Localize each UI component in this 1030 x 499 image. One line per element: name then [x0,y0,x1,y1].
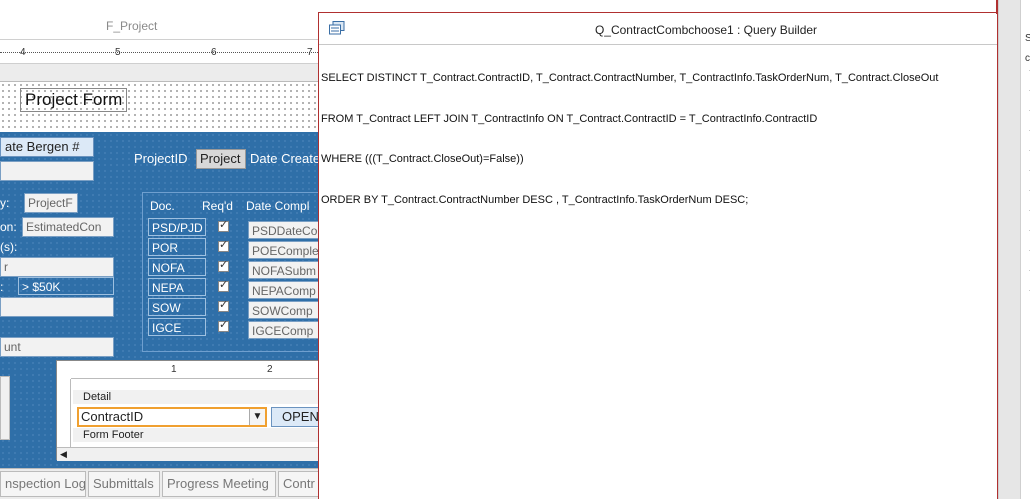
subform-ruler: 1 2 [71,361,320,379]
subform-horizontal-scrollbar[interactable]: ◀ [57,447,320,461]
ruler-mark: 7 [307,47,313,58]
query-builder-title-bar[interactable]: Q_ContractCombchoose1 : Query Builder [319,13,997,45]
doc-name-nofa[interactable]: NOFA [148,258,206,276]
estimated-cost-field[interactable]: EstimatedCon [22,217,114,237]
por-date-field[interactable]: POEComple [248,241,320,259]
project-type-field[interactable]: ProjectF [24,193,78,213]
psd-required-checkbox[interactable] [218,218,229,232]
nofa-date-field[interactable]: NOFASubm [248,261,320,279]
doc-header: Doc. [150,199,175,213]
ruler-mark: 4 [20,47,26,58]
form-header-band[interactable] [0,64,320,82]
nepa-date-field[interactable]: NEPAComp [248,281,320,299]
igce-required-checkbox[interactable] [218,318,229,332]
doc-name-sow[interactable]: SOW [148,298,206,316]
sow-date-field[interactable]: SOWComp [248,301,320,319]
igce-date-field[interactable]: IGCEComp [248,321,320,339]
query-builder-title: Q_ContractCombchoose1 : Query Builder [594,23,818,37]
doc-name-psd[interactable]: PSD/PJD [148,218,206,236]
designer-title: F_Project [106,19,158,33]
sql-line[interactable]: ORDER BY T_Contract.ContractNumber DESC … [321,194,995,208]
form-title-label[interactable]: Project Form [20,88,128,112]
open-button[interactable]: OPEN [271,407,320,427]
ruler-mark: 6 [211,47,217,58]
ruler-ticks [0,52,320,53]
right-side-panel: S c [1020,0,1030,499]
contract-id-combobox[interactable]: ContractID ▼ [77,407,267,427]
por-required-checkbox[interactable] [218,238,229,252]
left-label-1[interactable]: y: [0,194,9,212]
psd-date-field[interactable]: PSDDateCo [248,221,320,239]
date-completed-header: Date Compl [246,199,310,213]
ruler-mark: 5 [115,47,121,58]
sql-line[interactable]: WHERE (((T_Contract.CloseOut)=False)) [321,153,995,167]
subform-ruler-mark: 1 [171,364,177,375]
detail-band-label: Detail [83,391,112,403]
reqd-header: Req'd [202,199,233,213]
right-panel-letter: S [1025,33,1030,44]
doc-name-por[interactable]: POR [148,238,206,256]
doc-name-igce[interactable]: IGCE [148,318,206,336]
project-id-label[interactable]: ProjectID [134,150,187,168]
form-footer-band[interactable]: Form Footer [73,428,320,442]
vertical-scrollbar[interactable] [998,0,1020,499]
amount-field[interactable]: unt [0,337,114,357]
sql-line[interactable]: FROM T_Contract LEFT JOIN T_ContractInfo… [321,113,995,127]
nofa-required-checkbox[interactable] [218,258,229,272]
form-footer-label: Form Footer [83,429,144,441]
nepa-required-checkbox[interactable] [218,278,229,292]
tab-submittals[interactable]: Submittals [88,471,160,497]
sql-line[interactable]: SELECT DISTINCT T_Contract.ContractID, T… [321,72,995,86]
tab-inspection-log[interactable]: nspection Log [0,471,86,497]
tab-contract[interactable]: Contr [278,471,320,497]
project-id-field[interactable]: Project [196,149,246,169]
designer-title-bar: F_Project [0,0,320,40]
threshold-field[interactable]: > $50K [18,277,114,295]
left-label-4[interactable]: : [0,278,3,296]
scroll-left-arrow-icon[interactable]: ◀ [60,449,67,459]
left-field-blank[interactable] [0,297,114,317]
form-designer-window: F_Project 4 5 6 7 Project Form ate Berge… [0,0,320,499]
chevron-down-icon[interactable]: ▼ [249,409,265,425]
update-bergen-button[interactable]: ate Bergen # [0,137,94,157]
bergen-number-field[interactable] [0,161,94,181]
left-field-r[interactable]: r [0,257,114,277]
subform-vertical-ruler [57,379,71,447]
subform-ruler-mark: 2 [267,364,273,375]
page-tabs: nspection Log Submittals Progress Meetin… [0,468,320,499]
query-builder-window[interactable]: Q_ContractCombchoose1 : Query Builder SE… [318,12,998,499]
sql-editor[interactable]: SELECT DISTINCT T_Contract.ContractID, T… [321,45,995,495]
horizontal-ruler: 4 5 6 7 [0,40,320,64]
combo-value: ContractID [81,409,144,424]
date-created-label[interactable]: Date Create [250,150,320,168]
doc-name-nepa[interactable]: NEPA [148,278,206,296]
left-subform-scrollbar[interactable] [0,376,10,440]
contract-subform[interactable]: 1 2 Detail ContractID ▼ OPEN Form Footer… [56,360,320,461]
left-label-2[interactable]: on: [0,218,17,236]
detail-band[interactable]: Detail [73,390,320,404]
tab-progress-meeting[interactable]: Progress Meeting [162,471,276,497]
sow-required-checkbox[interactable] [218,298,229,312]
right-panel-letter: c [1025,53,1030,64]
left-label-3[interactable]: (s): [0,238,17,256]
